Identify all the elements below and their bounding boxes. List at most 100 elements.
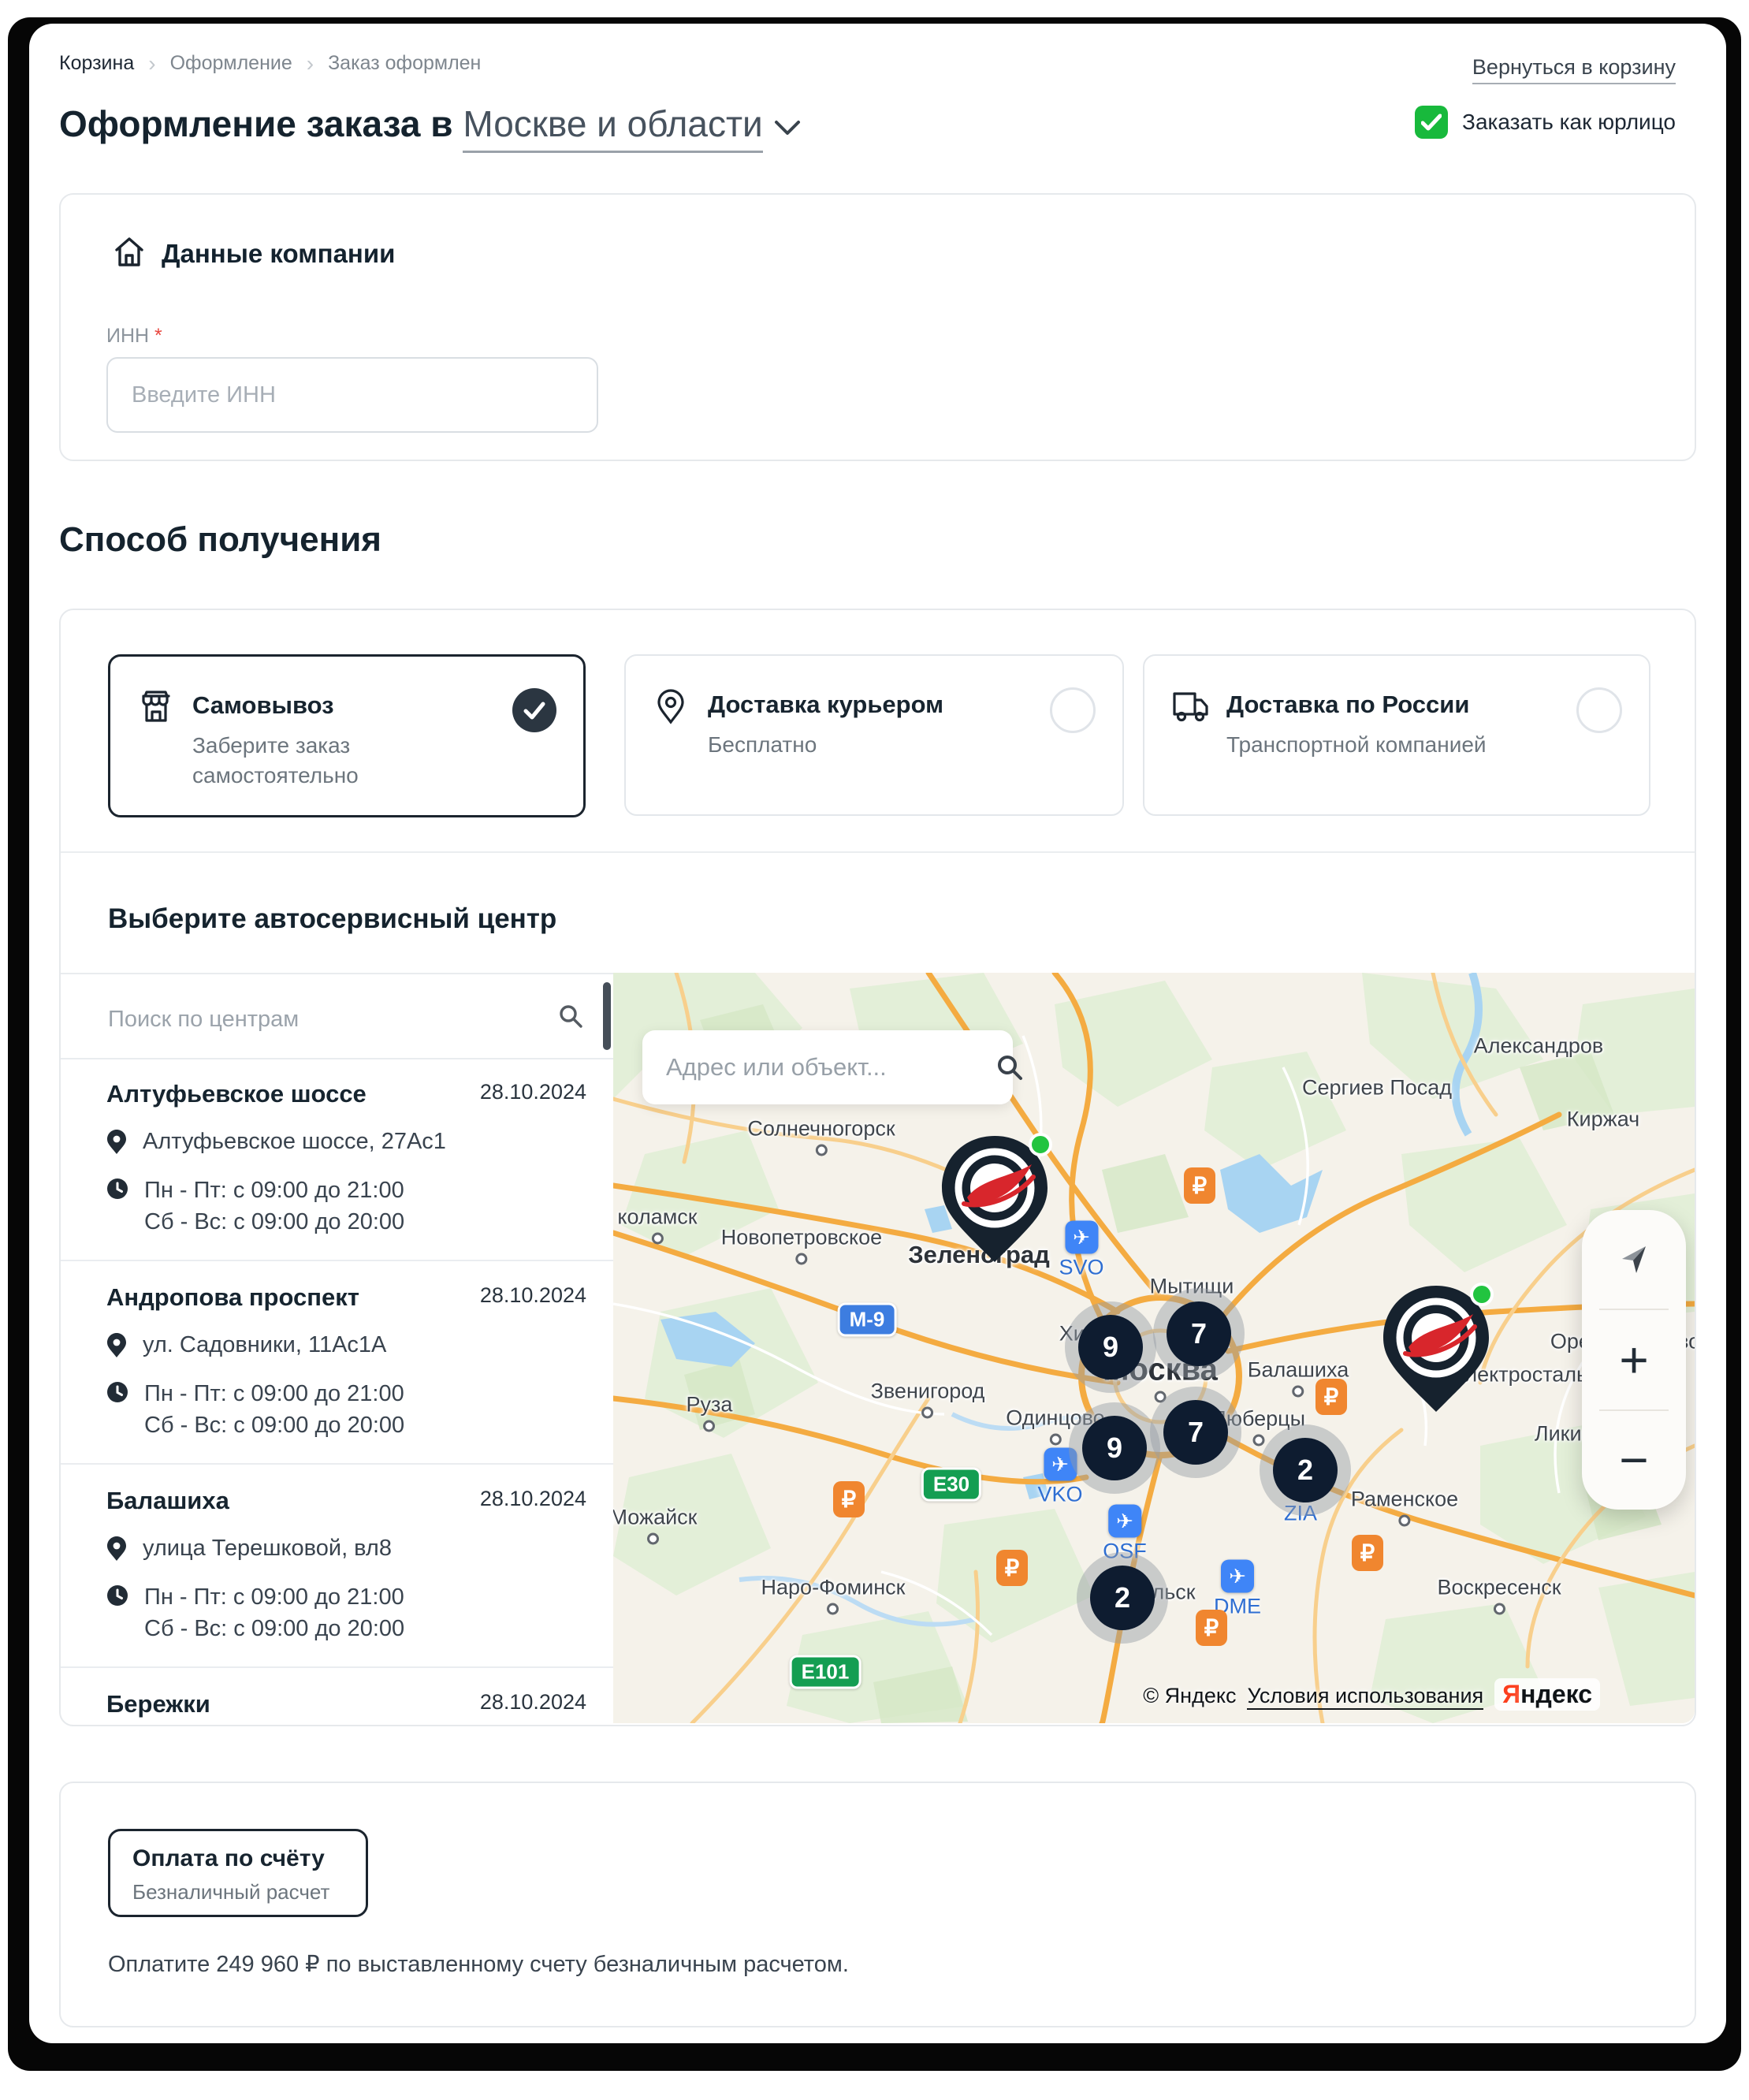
toll-rub-icon: ₽ (996, 1550, 1028, 1586)
center-hours-weekend: Сб - Вс: с 09:00 до 20:00 (144, 1409, 404, 1441)
center-hours-row: Пн - Пт: с 09:00 до 21:00Сб - Вс: с 09:0… (106, 1378, 586, 1441)
map-town-dot (1049, 1434, 1061, 1446)
page-title: Оформление заказа в Москве и области (59, 102, 801, 145)
home-icon (111, 234, 147, 270)
map-town-dot (816, 1145, 828, 1156)
map-city-label: Сергиев Посад (1302, 1076, 1452, 1100)
legal-entity-label: Заказать как юрлицо (1462, 110, 1676, 135)
company-data-heading: Данные компании (162, 239, 395, 269)
search-icon[interactable] (557, 1003, 584, 1030)
required-asterisk: * (154, 325, 162, 347)
map-cluster-marker[interactable]: 9 (1069, 1402, 1160, 1494)
map-cluster-marker[interactable]: 9 (1065, 1301, 1156, 1393)
map-town-dot (704, 1420, 716, 1432)
center-hours-weekdays: Пн - Пт: с 09:00 до 21:00 (144, 1581, 404, 1613)
map-cluster-marker[interactable]: 2 (1077, 1552, 1168, 1644)
center-date: 28.10.2024 (480, 1080, 586, 1104)
option-subtitle: Заберите заказ самостоятельно (192, 731, 452, 791)
list-scrollbar[interactable] (603, 982, 611, 1050)
delivery-option-courier[interactable]: Доставка курьером Бесплатно (624, 654, 1124, 816)
yandex-map[interactable]: СолнечногорскколамскНовопетровскоеЗелено… (613, 973, 1695, 1723)
breadcrumb: Корзина › Оформление › Заказ оформлен (59, 52, 481, 75)
region-selector[interactable]: Москве и области (463, 103, 762, 153)
service-center-item[interactable]: Балашиха28.10.2024улица Терешковой, вл8П… (61, 1465, 613, 1668)
delivery-option-pickup[interactable]: Самовывоз Заберите заказ самостоятельно (108, 654, 586, 817)
inn-label: ИНН * (106, 325, 162, 348)
plane-icon: ✈ (1108, 1505, 1141, 1538)
payment-method-invoice[interactable]: Оплата по счёту Безналичный расчет (108, 1829, 368, 1917)
option-subtitle: Транспортной компанией (1226, 730, 1487, 760)
search-icon[interactable] (995, 1052, 1025, 1082)
map-town-dot (796, 1253, 808, 1265)
zoom-out-button[interactable]: − (1582, 1411, 1686, 1510)
zoom-in-button[interactable]: + (1582, 1310, 1686, 1409)
back-to-cart-link[interactable]: Вернуться в корзину (1472, 55, 1676, 84)
map-city-label: Александров (1474, 1034, 1603, 1059)
breadcrumb-cart[interactable]: Корзина (59, 52, 134, 75)
chevron-right-icon: › (307, 53, 314, 75)
geolocate-button[interactable] (1582, 1210, 1686, 1309)
centers-search-input[interactable] (106, 993, 535, 1045)
service-center-pin[interactable] (936, 1131, 1054, 1267)
service-center-item[interactable]: Андропова проспект28.10.2024ул. Садовник… (61, 1261, 613, 1465)
copyright-text: © Яндекс (1143, 1684, 1236, 1708)
center-hours-row: Пн - Пт: с 09:00 до 21:00Сб - Вс: с 09:0… (106, 1175, 586, 1238)
payment-method-subtitle: Безналичный расчет (132, 1880, 329, 1905)
choose-center-heading: Выберите автосервисный центр (108, 903, 556, 935)
page-card: Корзина › Оформление › Заказ оформлен Ве… (29, 24, 1726, 2043)
option-title: Доставка курьером (708, 691, 943, 719)
radio-unselected-icon (1576, 687, 1622, 733)
center-address: улица Терешковой, вл8 (143, 1532, 392, 1564)
service-center-item[interactable]: Бережки28.10.2024 (61, 1668, 613, 1726)
inn-input[interactable] (106, 357, 598, 433)
legal-entity-checkbox-row[interactable]: Заказать как юрлицо (1415, 106, 1676, 139)
airport-code: SVO (1059, 1256, 1103, 1280)
map-city-label: Солнечногорск (747, 1117, 895, 1141)
payment-note: Оплатите 249 960 ₽ по выставленному счет… (108, 1950, 849, 1978)
map-town-dot (921, 1407, 933, 1419)
payment-method-title: Оплата по счёту (132, 1845, 325, 1872)
cluster-count: 2 (1090, 1566, 1155, 1630)
map-search-input[interactable] (664, 1052, 982, 1082)
toll-rub-icon: ₽ (1196, 1610, 1227, 1646)
cluster-count: 7 (1163, 1400, 1228, 1465)
chevron-down-icon[interactable] (774, 119, 801, 136)
breadcrumb-checkout[interactable]: Оформление (170, 52, 292, 75)
center-hours-row: Пн - Пт: с 09:00 до 21:00Сб - Вс: с 09:0… (106, 1581, 586, 1644)
service-center-item[interactable]: Алтуфьевское шоссе28.10.2024Алтуфьевское… (61, 1058, 613, 1261)
center-date: 28.10.2024 (480, 1283, 586, 1308)
terms-link[interactable]: Условия использования (1247, 1684, 1483, 1710)
map-town-dot (1252, 1435, 1264, 1447)
delivery-option-russia[interactable]: Доставка по России Транспортной компание… (1143, 654, 1650, 816)
center-hours-weekdays: Пн - Пт: с 09:00 до 21:00 (144, 1175, 404, 1206)
location-pin-icon (653, 687, 689, 725)
map-town-dot (827, 1603, 839, 1615)
center-address-row: улица Терешковой, вл8 (106, 1532, 586, 1564)
map-city-label: Руза (687, 1393, 733, 1417)
map-cluster-marker[interactable]: 7 (1150, 1387, 1241, 1478)
map-town-dot (1398, 1515, 1410, 1527)
map-cluster-marker[interactable]: 7 (1153, 1288, 1245, 1380)
center-address: ул. Садовники, 11Ас1А (143, 1329, 386, 1361)
center-address-row: Алтуфьевское шоссе, 27Ас1 (106, 1126, 586, 1157)
option-title: Доставка по России (1226, 691, 1469, 719)
store-icon (137, 688, 175, 726)
road-badge: Е30 (921, 1468, 981, 1502)
cluster-count: 2 (1273, 1438, 1338, 1502)
yandex-logo[interactable]: Яндекс (1494, 1678, 1600, 1711)
center-name: Бережки (106, 1690, 210, 1718)
plane-icon: ✈ (1221, 1560, 1254, 1593)
center-hours-weekend: Сб - Вс: с 09:00 до 20:00 (144, 1206, 404, 1238)
map-town-dot (1493, 1603, 1505, 1615)
map-search-box[interactable] (642, 1030, 1013, 1104)
map-town-dot (652, 1233, 664, 1245)
map-attribution: © Яндекс Условия использования Яндекс (1143, 1678, 1600, 1711)
map-city-label: Раменское (1351, 1488, 1458, 1512)
map-city-label: Можайск (613, 1506, 697, 1530)
toll-rub-icon: ₽ (833, 1481, 865, 1517)
cluster-count: 7 (1167, 1301, 1231, 1366)
checkbox-checked-icon[interactable] (1415, 106, 1448, 139)
map-controls: + − (1582, 1210, 1686, 1510)
service-center-pin[interactable] (1377, 1281, 1495, 1417)
map-cluster-marker[interactable]: 2 (1260, 1424, 1351, 1516)
